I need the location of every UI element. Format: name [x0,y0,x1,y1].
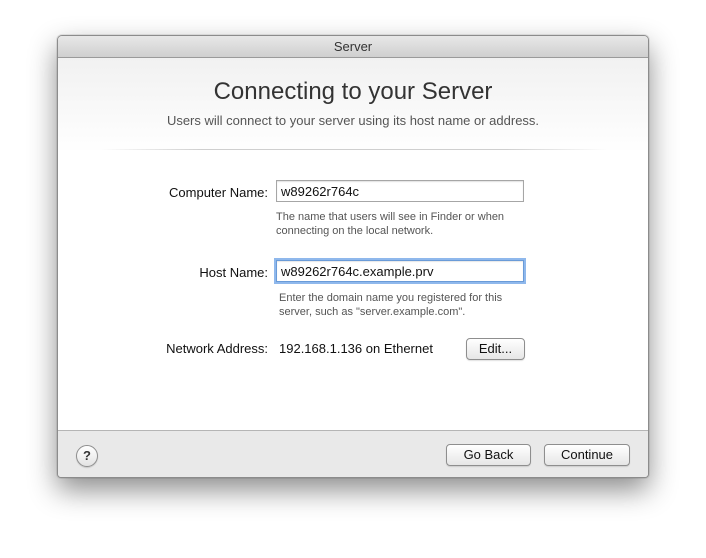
computer-name-hint: The name that users will see in Finder o… [276,210,536,238]
network-address-label: Network Address: [166,341,268,356]
go-back-button[interactable]: Go Back [446,444,531,466]
network-address-value: 192.168.1.136 on Ethernet [279,341,433,356]
continue-button[interactable]: Continue [544,444,630,466]
edit-network-address-button[interactable]: Edit... [466,338,525,360]
host-name-hint-line1: Enter the domain name you registered for… [279,292,503,304]
main-content: Connecting to your Server Users will con… [58,58,648,430]
page-subtitle: Users will connect to your server using … [166,113,540,128]
host-name-field[interactable] [276,260,524,282]
computer-name-field[interactable] [276,180,524,202]
host-name-label: Host Name: [199,265,268,280]
help-button[interactable]: ? [76,445,98,467]
host-name-hint-line2: server, such as "server.example.com". [279,306,466,318]
window-titlebar[interactable]: Server [58,36,648,58]
header-divider [100,149,608,150]
server-setup-window: Server Connecting to your Server Users w… [57,35,649,478]
computer-name-hint-line1: The name that users will see in Finder o… [276,211,505,223]
host-name-hint: Enter the domain name you registered for… [279,291,539,319]
computer-name-label: Computer Name: [169,185,268,200]
page-title: Connecting to your Server [213,78,493,105]
computer-name-hint-line2: connecting on the local network. [276,225,434,237]
window-title: Server [333,39,373,54]
bottom-bar: ? Go Back Continue [58,430,648,477]
